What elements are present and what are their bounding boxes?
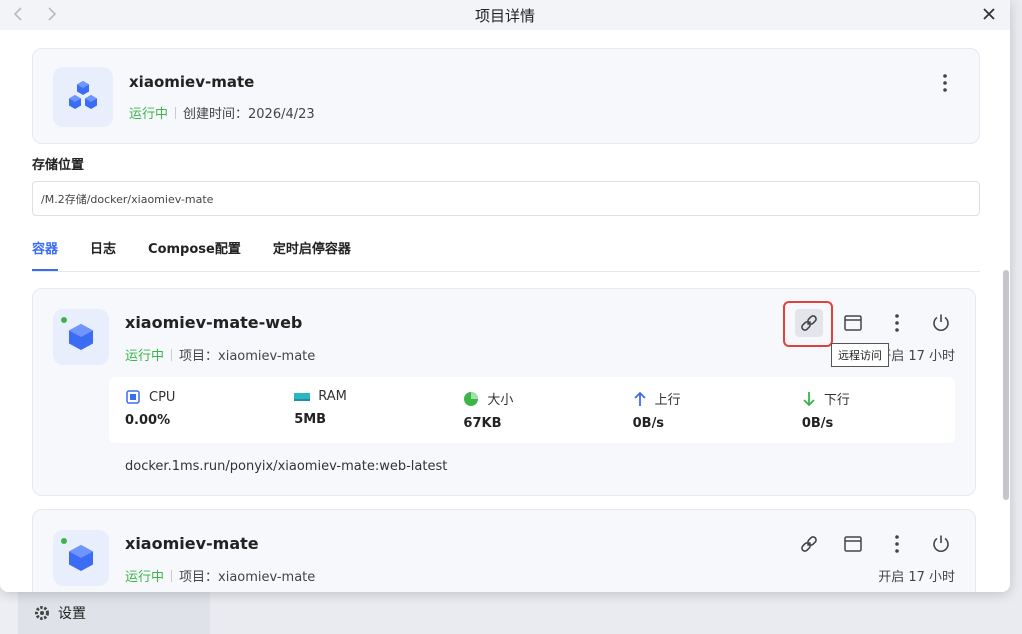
- stat-value: 5MB: [294, 412, 327, 427]
- project-icon: [53, 67, 113, 127]
- titlebar: 项目详情: [0, 0, 1010, 30]
- more-vertical-icon: [943, 74, 947, 92]
- project-detail-modal: 项目详情 xiaomiev-mate 运行中 创建时间：2026/4/23 存储…: [0, 0, 1010, 592]
- stat-label: CPU: [149, 389, 176, 405]
- more-vertical-icon: [895, 535, 899, 553]
- sidebar-item-settings[interactable]: 设置: [18, 592, 210, 634]
- container-more-button[interactable]: [883, 309, 911, 337]
- container-card: xiaomiev-mate 运行中 项目：xiaomiev-mate 开启 17…: [32, 509, 976, 592]
- container-uptime: 开启 17 小时: [878, 570, 955, 585]
- more-vertical-icon: [895, 314, 899, 332]
- container-name: xiaomiev-mate-web: [125, 313, 303, 332]
- open-window-button[interactable]: [839, 309, 867, 337]
- container-project: 项目：xiaomiev-mate: [179, 349, 316, 364]
- tab-logs[interactable]: 日志: [90, 236, 116, 271]
- stat-ram: RAM 5MB: [278, 377, 447, 443]
- project-meta: 运行中 创建时间：2026/4/23: [129, 103, 315, 122]
- tab-containers[interactable]: 容器: [32, 236, 59, 271]
- stat-cpu: CPU 0.00%: [109, 377, 278, 443]
- window-icon: [844, 536, 862, 552]
- running-indicator: [61, 317, 67, 323]
- container-meta: 运行中 项目：xiaomiev-mate: [125, 566, 315, 585]
- open-window-button[interactable]: [839, 530, 867, 558]
- tab-compose[interactable]: Compose配置: [148, 236, 241, 271]
- container-status: 运行中: [125, 570, 165, 585]
- remote-access-button[interactable]: [795, 309, 823, 337]
- container-stats: CPU 0.00% RAM 5MB 大小 67KB 上行 0B/s 下行 0B/…: [109, 377, 955, 443]
- container-actions: [779, 530, 955, 558]
- close-icon: [983, 8, 995, 20]
- link-icon: [801, 315, 817, 331]
- scrollbar-thumb[interactable]: [1003, 270, 1009, 500]
- stat-value: 67KB: [463, 416, 502, 431]
- container-uptime: 开启 17 小时: [878, 349, 955, 364]
- container-name: xiaomiev-mate: [125, 534, 259, 553]
- arrow-up-icon: [633, 391, 646, 406]
- power-button[interactable]: [927, 309, 955, 337]
- stat-label: RAM: [318, 389, 347, 404]
- gear-icon: [35, 606, 49, 620]
- back-button[interactable]: [8, 4, 28, 24]
- forward-button[interactable]: [42, 4, 62, 24]
- stat-download: 下行 0B/s: [786, 377, 955, 443]
- cubes-icon: [69, 81, 97, 109]
- stat-size: 大小 67KB: [447, 377, 616, 443]
- container-more-button[interactable]: [883, 530, 911, 558]
- stat-value: 0B/s: [801, 416, 834, 431]
- container-project: 项目：xiaomiev-mate: [179, 570, 316, 585]
- cpu-icon: [126, 390, 140, 404]
- project-created: 创建时间：2026/4/23: [183, 107, 315, 122]
- container-status: 运行中: [125, 349, 165, 364]
- stat-value: 0.00%: [125, 413, 171, 428]
- arrow-down-icon: [803, 391, 815, 406]
- chevron-right-icon: [48, 7, 57, 21]
- chevron-left-icon: [13, 7, 22, 21]
- power-icon: [933, 314, 949, 331]
- modal-content: xiaomiev-mate 运行中 创建时间：2026/4/23 存储位置 /M…: [0, 30, 1010, 592]
- storage-label: 存储位置: [32, 158, 85, 173]
- power-icon: [933, 535, 949, 552]
- container-image: docker.1ms.run/ponyix/xiaomiev-mate:web-…: [125, 459, 448, 474]
- divider: [171, 569, 173, 582]
- power-button[interactable]: [927, 530, 955, 558]
- container-card: xiaomiev-mate-web 运行中 项目：xiaomiev-mate 开…: [32, 288, 976, 496]
- ram-icon: [294, 392, 311, 401]
- tab-bar: 容器 日志 Compose配置 定时启停容器: [32, 236, 980, 272]
- window-icon: [844, 315, 862, 331]
- stat-upload: 上行 0B/s: [617, 377, 786, 443]
- container-meta: 运行中 项目：xiaomiev-mate: [125, 345, 315, 364]
- stat-label: 上行: [654, 393, 681, 408]
- project-name: xiaomiev-mate: [129, 73, 255, 91]
- project-status: 运行中: [129, 107, 169, 122]
- pie-icon: [464, 391, 479, 406]
- window-title: 项目详情: [474, 6, 535, 25]
- container-actions: [779, 309, 955, 337]
- storage-path-field[interactable]: /M.2存储/docker/xiaomiev-mate: [32, 181, 980, 216]
- stat-value: 0B/s: [632, 416, 665, 431]
- project-more-button[interactable]: [935, 71, 955, 95]
- close-button[interactable]: [978, 3, 1000, 25]
- cube-icon: [69, 545, 93, 571]
- remote-access-button[interactable]: [795, 530, 823, 558]
- divider: [171, 348, 173, 361]
- cube-icon: [69, 324, 93, 350]
- remote-access-tooltip: 远程访问: [831, 343, 889, 367]
- sidebar-item-settings-label: 设置: [58, 606, 86, 622]
- stat-label: 大小: [487, 393, 514, 408]
- tab-schedule[interactable]: 定时启停容器: [273, 236, 351, 271]
- project-summary-card: xiaomiev-mate 运行中 创建时间：2026/4/23: [32, 48, 980, 144]
- divider: [175, 106, 177, 119]
- link-icon: [801, 536, 817, 552]
- running-indicator: [61, 538, 67, 544]
- scrollbar[interactable]: [1002, 30, 1010, 592]
- stat-label: 下行: [823, 393, 850, 408]
